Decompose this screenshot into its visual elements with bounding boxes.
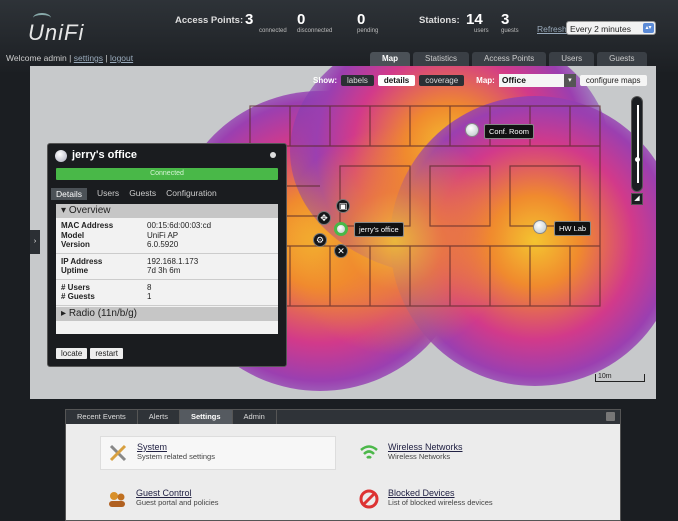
ap-detail-panel: jerry's office Connected Details Users G… — [47, 143, 287, 367]
configure-maps-button[interactable]: configure maps — [579, 75, 647, 86]
close-icon[interactable] — [270, 152, 276, 158]
settings-panel: Recent Events Alerts Settings Admin Syst… — [65, 409, 621, 521]
zoom-handle[interactable] — [635, 157, 640, 162]
status-badge: Connected — [56, 168, 278, 180]
tab-access-points[interactable]: Access Points — [472, 52, 547, 66]
stat-guests: 3 guests — [501, 11, 519, 35]
wifi-icon — [360, 445, 378, 459]
access-points-label: Access Points: — [175, 15, 244, 26]
map-select[interactable]: Office ▾ — [498, 74, 576, 87]
tab-admin[interactable]: Admin — [233, 410, 277, 424]
overview-section-header[interactable]: ▾ Overview — [56, 204, 278, 218]
panel-header[interactable]: jerry's office — [48, 144, 286, 168]
stat-users: 14 users — [466, 11, 489, 35]
tab-statistics[interactable]: Statistics — [413, 52, 470, 66]
gear-icon[interactable]: ⚙ — [313, 233, 327, 247]
stats-bar: Access Points: 3 connected 0 disconnecte… — [175, 11, 541, 35]
panel-title: jerry's office — [72, 149, 137, 161]
minimize-icon[interactable] — [606, 412, 615, 421]
map-scale: 10m — [595, 373, 645, 382]
logout-link[interactable]: logout — [110, 53, 133, 63]
tab-settings[interactable]: Settings — [179, 410, 233, 424]
ap-label-jerrys-office[interactable]: jerry's office — [354, 222, 404, 237]
detail-row: MAC Address 00:15:6d:00:03:cd — [61, 221, 212, 230]
detail-row: # Guests 1 — [61, 292, 152, 301]
stations-label: Stations: — [419, 15, 460, 26]
radio-section-header[interactable]: ▸ Radio (11n/b/g) — [56, 306, 278, 321]
move-icon[interactable]: ✥ — [317, 211, 331, 225]
select-arrows-icon: ▴▾ — [643, 23, 654, 33]
settings-tabs: Recent Events Alerts Settings Admin — [66, 410, 620, 424]
expand-icon: ▸ — [61, 307, 69, 319]
ap-marker-jerrys-office[interactable] — [334, 222, 348, 236]
locate-button[interactable]: locate — [56, 348, 88, 359]
collapse-icon: ▾ — [61, 205, 69, 216]
settings-item-blocked-devices[interactable]: Blocked Devices List of blocked wireless… — [358, 488, 493, 510]
panel-actions: locate restart — [56, 348, 124, 359]
details-group: MAC Address 00:15:6d:00:03:cd Model UniFi … — [56, 218, 278, 254]
settings-item-system[interactable]: System System related settings — [100, 436, 336, 470]
ap-marker-hw-lab[interactable] — [533, 220, 547, 234]
panel-tabs: Details Users Guests Configuration — [51, 188, 278, 200]
tab-details[interactable]: Details — [51, 188, 87, 200]
welcome-text: Welcome admin | settings | logout — [6, 53, 134, 63]
detail-row: IP Address 192.168.1.173 — [61, 256, 199, 266]
tab-alerts[interactable]: Alerts — [138, 410, 180, 424]
tab-configuration[interactable]: Configuration — [166, 188, 217, 200]
map-label: Map: — [476, 76, 495, 85]
tab-users[interactable]: Users — [549, 52, 595, 66]
labels-toggle[interactable]: labels — [341, 75, 374, 86]
restart-button[interactable]: restart — [90, 348, 124, 359]
tab-guests[interactable]: Guests — [129, 188, 156, 200]
stat-connected: 3 connected — [245, 11, 287, 35]
fullscreen-icon[interactable]: ◢ — [631, 193, 643, 205]
tab-map[interactable]: Map — [370, 52, 410, 66]
settings-link[interactable]: settings — [74, 53, 103, 63]
show-label: Show: — [313, 76, 337, 85]
ap-marker-conf-room[interactable] — [465, 123, 479, 137]
expand-sidebar-icon[interactable]: › — [30, 230, 40, 254]
dropdown-arrow-icon: ▾ — [563, 74, 576, 87]
details-toggle[interactable]: details — [377, 75, 416, 86]
logo: UniFi — [28, 20, 85, 45]
floor-plan — [249, 105, 601, 307]
zoom-slider[interactable] — [631, 96, 643, 192]
refresh-link[interactable]: Refresh — [537, 24, 567, 34]
refresh-interval-select[interactable]: Every 2 minutes ▴▾ — [566, 21, 656, 35]
ap-label-conf-room[interactable]: Conf. Room — [484, 124, 535, 139]
tab-users[interactable]: Users — [97, 188, 119, 200]
lock-icon[interactable]: ▣ — [336, 199, 350, 213]
guests-icon — [109, 492, 125, 507]
remove-icon[interactable]: ✕ — [334, 244, 348, 258]
map-toolbar: Show: labels details coverage Map: Offic… — [313, 74, 647, 87]
main-tabs: Map Statistics Access Points Users Guest… — [370, 52, 647, 66]
ap-icon — [55, 150, 67, 162]
ap-label-hw-lab[interactable]: HW Lab — [554, 221, 592, 236]
panel-body: ▾ Overview MAC Address 00:15:6d:00:03:cd … — [56, 204, 278, 334]
settings-item-wireless-networks[interactable]: Wireless Networks Wireless Networks — [358, 442, 463, 464]
settings-item-guest-control[interactable]: Guest Control Guest portal and policies — [106, 488, 219, 510]
stat-disconnected: 0 disconnected — [297, 11, 333, 35]
wrench-icon — [109, 444, 127, 462]
tab-recent-events[interactable]: Recent Events — [66, 410, 138, 424]
stat-pending: 0 pending — [357, 11, 379, 35]
detail-row: # Users 8 — [61, 282, 152, 292]
details-group: # Users 8 # Guests 1 — [56, 280, 278, 306]
details-group: IP Address 192.168.1.173 Uptime 7d 3h 6m — [56, 254, 278, 280]
tab-guests[interactable]: Guests — [597, 52, 647, 66]
coverage-toggle[interactable]: coverage — [419, 75, 465, 86]
detail-row: Model UniFi AP — [61, 230, 179, 240]
blocked-icon — [359, 489, 379, 509]
detail-row: Uptime 7d 3h 6m — [61, 266, 181, 275]
detail-row: Version 6.0.5920 — [61, 240, 179, 249]
